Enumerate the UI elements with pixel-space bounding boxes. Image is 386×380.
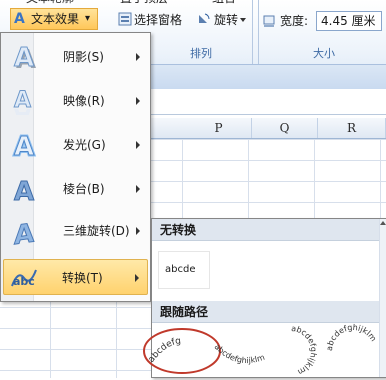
width-icon [262,13,276,27]
circle-path-text: abcdefghijklm [291,324,318,377]
divider [258,0,259,64]
menu-item-label: 发光(G) [63,138,106,152]
bring-forward-button[interactable]: 置于顶层 [120,0,168,8]
reflection-a-icon: AA [9,87,37,129]
submenu-arrow-icon [136,97,140,105]
text-effects-button[interactable]: A 文本效果 ▾ [10,8,98,30]
3d-rotation-a-icon: A [9,217,37,252]
svg-text:abcdefghijklm: abcdefghijklm [325,323,378,351]
column-header-q[interactable]: Q [252,118,318,138]
arrange-group-label: 排列 [190,47,212,60]
text-effects-label: 文本效果 [31,12,80,26]
submenu-arrow-icon [136,185,140,193]
text-effects-a-icon: A [14,11,25,27]
section-follow-path: 跟随路径 [152,301,385,323]
submenu-scrollbar[interactable] [379,219,386,377]
menu-item-glow[interactable]: AA 发光(G) [3,127,148,164]
svg-text:abcdefghijklm: abcdefghijklm [291,324,318,377]
rotate-dropdown-icon[interactable] [240,18,246,22]
button-path-text: abcdefghijklm [325,323,378,351]
width-input[interactable]: 4.45 厘米 [316,11,382,31]
shadow-a-icon: AA [9,43,37,76]
transform-abc-icon: abc [10,264,38,292]
submenu-arrow-icon [136,53,140,61]
svg-text:A: A [14,43,34,71]
svg-text:abc: abc [13,275,35,288]
width-label: 宽度: [280,14,309,28]
chevron-down-icon: ▾ [85,13,91,24]
menu-item-reflection[interactable]: AA 映像(R) [3,83,148,129]
sample-text: abcde [165,264,196,275]
group-divider [252,0,253,64]
svg-text:A: A [14,218,35,245]
no-transform-option[interactable]: abcde [158,251,210,289]
section-no-transform: 无转换 [152,219,385,241]
button-path-option[interactable]: abcdefghijklm [324,323,382,377]
menu-item-label: 映像(R) [63,94,105,108]
text-outline-button[interactable]: 文本轮廓 [26,0,74,8]
size-group-label: 大小 [313,47,335,60]
selection-pane-button[interactable]: 选择窗格 [134,10,182,30]
menu-item-label: 三维旋转(D) [63,224,130,238]
submenu-arrow-icon [136,227,140,235]
column-header-p[interactable]: P [186,118,252,138]
glow-a-icon: AA [9,131,37,164]
menu-item-3d-rotation[interactable]: A 三维旋转(D) [3,213,148,252]
arch-path-text: abcdefg [147,336,182,364]
menu-item-shadow[interactable]: AA 阴影(S) [3,39,148,75]
transform-submenu: 无转换 abcde 跟随路径 abcdefg abcdefghijklm abc… [143,218,386,378]
circle-path-option[interactable]: abcdefghijklm [262,323,320,377]
menu-item-label: 阴影(S) [63,50,104,64]
rotate-icon [196,12,210,26]
submenu-arrow-icon [136,141,140,149]
bevel-a-icon: A [9,175,37,208]
menu-item-label: 棱台(B) [63,182,105,196]
rotate-button[interactable]: 旋转 [214,10,238,30]
submenu-arrow-icon [135,274,139,282]
group-button[interactable]: 组合 [212,0,236,8]
menu-item-label: 转换(T) [62,271,103,285]
svg-text:abcdefghijklm: abcdefghijklm [213,342,266,365]
menu-item-transform[interactable]: abc 转换(T) [3,259,148,295]
svg-text:A: A [14,132,34,159]
svg-text:abcdefg: abcdefg [147,336,182,364]
text-effects-menu: AA 阴影(S) AA 映像(R) AA 发光(G) A 棱台(B) A 三维旋… [0,32,151,302]
arch-down-path-text: abcdefghijklm [213,342,266,365]
svg-text:A: A [14,177,34,203]
column-header-r[interactable]: R [318,118,386,138]
selection-pane-icon [118,12,132,26]
scroll-up-icon[interactable] [380,221,386,225]
svg-text:A: A [14,103,31,115]
menu-item-bevel[interactable]: A 棱台(B) [3,171,148,208]
